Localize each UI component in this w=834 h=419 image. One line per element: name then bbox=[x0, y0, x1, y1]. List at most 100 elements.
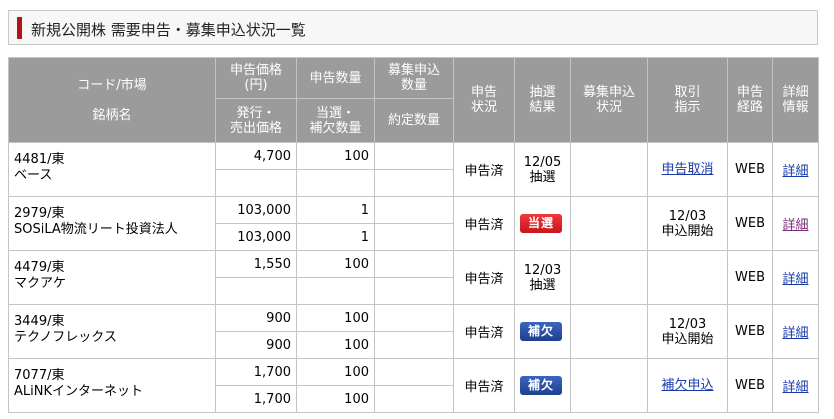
issue-price: 1,700 bbox=[215, 385, 297, 413]
bid-quantity: 100 bbox=[296, 142, 375, 170]
allocated-quantity bbox=[296, 169, 375, 197]
stock-name: テクノフレックス bbox=[14, 330, 117, 345]
stock-code-market: 7077/東 bbox=[14, 368, 65, 383]
stock-code-name-cell: 3449/東 テクノフレックス bbox=[8, 304, 216, 359]
bid-quantity: 1 bbox=[296, 196, 375, 224]
trade-order-cell: 12/03 申込開始 bbox=[647, 196, 728, 251]
bid-quantity: 100 bbox=[296, 358, 375, 386]
offer-quantity bbox=[374, 250, 454, 278]
order-date: 12/03 bbox=[668, 208, 707, 224]
bid-quantity: 100 bbox=[296, 250, 375, 278]
header-detail: 詳細 情報 bbox=[772, 57, 819, 143]
stock-code-name-cell: 4481/東 ベース bbox=[8, 142, 216, 197]
trade-order-cell bbox=[647, 250, 728, 305]
offer-quantity bbox=[374, 304, 454, 332]
order-date: 12/03 bbox=[668, 316, 707, 332]
bid-status: 申告済 bbox=[453, 142, 515, 197]
page-title: 新規公開株 需要申告・募集申込状況一覧 bbox=[31, 21, 306, 39]
table-row: 4479/東 マクアケ 1,550 100 申告済 12/03 抽選 WEB 詳細 bbox=[8, 250, 819, 305]
detail-cell: 詳細 bbox=[772, 250, 819, 305]
stock-name: SOSiLA物流リート投資法人 bbox=[14, 222, 178, 237]
offer-quantity bbox=[374, 196, 454, 224]
title-accent-bar bbox=[17, 17, 22, 39]
contract-quantity bbox=[374, 223, 454, 251]
won-badge: 当選 bbox=[520, 214, 562, 233]
lottery-result: 当選 bbox=[514, 196, 571, 251]
lottery-result: 補欠 bbox=[514, 304, 571, 359]
waitlist-apply-link[interactable]: 補欠申込 bbox=[653, 378, 722, 393]
bid-price: 900 bbox=[215, 304, 297, 332]
table-row: 2979/東 SOSiLA物流リート投資法人 103,000 1 申告済 当選 12/03 申… bbox=[8, 196, 819, 251]
offer-status bbox=[570, 304, 648, 359]
offer-status bbox=[570, 142, 648, 197]
ipo-status-table: コード/市場 銘柄名 申告価格 (円) 申告数量 募集申込 数量 申告 状況 抽… bbox=[8, 57, 819, 413]
allocated-quantity: 1 bbox=[296, 223, 375, 251]
trade-order-cell: 申告取消 bbox=[647, 142, 728, 197]
detail-link[interactable]: 詳細 bbox=[782, 326, 808, 341]
issue-price bbox=[215, 277, 297, 305]
issue-price: 103,000 bbox=[215, 223, 297, 251]
header-trade-order: 取引 指示 bbox=[647, 57, 728, 143]
detail-link[interactable]: 詳細 bbox=[782, 218, 808, 233]
header-channel: 申告 経路 bbox=[727, 57, 773, 143]
header-offer-status: 募集申込 状況 bbox=[570, 57, 648, 143]
allocated-quantity: 100 bbox=[296, 385, 375, 413]
offer-quantity bbox=[374, 358, 454, 386]
bid-channel: WEB bbox=[727, 358, 773, 413]
bid-status: 申告済 bbox=[453, 358, 515, 413]
lottery-label: 抽選 bbox=[529, 169, 556, 185]
detail-cell: 詳細 bbox=[772, 358, 819, 413]
stock-code-market: 4479/東 bbox=[14, 260, 65, 275]
bid-channel: WEB bbox=[727, 142, 773, 197]
offer-status bbox=[570, 358, 648, 413]
stock-code-market: 4481/東 bbox=[14, 152, 65, 167]
bid-status: 申告済 bbox=[453, 250, 515, 305]
detail-cell: 詳細 bbox=[772, 304, 819, 359]
bid-status: 申告済 bbox=[453, 304, 515, 359]
allocated-quantity bbox=[296, 277, 375, 305]
header-alloc-qty: 当選・ 補欠数量 bbox=[296, 98, 375, 143]
header-name: 銘柄名 bbox=[92, 107, 132, 123]
contract-quantity bbox=[374, 385, 454, 413]
stock-code-market: 2979/東 bbox=[14, 206, 65, 221]
lottery-result: 12/03 抽選 bbox=[514, 250, 571, 305]
table-row: 3449/東 テクノフレックス 900 100 申告済 補欠 12/03 申込開始 WEB 詳細 bbox=[8, 304, 819, 359]
stock-code-name-cell: 4479/東 マクアケ bbox=[8, 250, 216, 305]
header-bid-qty: 申告数量 bbox=[296, 57, 375, 99]
table-row: 4481/東 ベース 4,700 100 申告済 12/05 抽選 申告取消 WEB 詳細 bbox=[8, 142, 819, 197]
waitlist-badge: 補欠 bbox=[520, 376, 562, 395]
bid-quantity: 100 bbox=[296, 304, 375, 332]
issue-price: 900 bbox=[215, 331, 297, 359]
detail-link[interactable]: 詳細 bbox=[782, 272, 808, 287]
header-code-market: コード/市場 bbox=[77, 77, 147, 93]
bid-price: 1,550 bbox=[215, 250, 297, 278]
cancel-bid-link[interactable]: 申告取消 bbox=[653, 162, 722, 177]
offer-status bbox=[570, 196, 648, 251]
table-row: 7077/東 ALiNKインターネット 1,700 100 申告済 補欠 補欠申込 WEB 詳細 bbox=[8, 358, 819, 413]
stock-code-name-cell: 7077/東 ALiNKインターネット bbox=[8, 358, 216, 413]
header-bid-status: 申告 状況 bbox=[453, 57, 515, 143]
lottery-date: 12/03 bbox=[523, 262, 562, 278]
trade-order-cell: 補欠申込 bbox=[647, 358, 728, 413]
header-code-name: コード/市場 銘柄名 bbox=[8, 57, 216, 143]
stock-name: マクアケ bbox=[14, 276, 67, 291]
trade-order-cell: 12/03 申込開始 bbox=[647, 304, 728, 359]
header-lottery-result: 抽選 結果 bbox=[514, 57, 571, 143]
header-offer-qty: 募集申込 数量 bbox=[374, 57, 454, 99]
bid-channel: WEB bbox=[727, 250, 773, 305]
contract-quantity bbox=[374, 331, 454, 359]
detail-link[interactable]: 詳細 bbox=[782, 164, 808, 179]
bid-status: 申告済 bbox=[453, 196, 515, 251]
lottery-label: 抽選 bbox=[529, 277, 556, 293]
lottery-date: 12/05 bbox=[523, 154, 562, 170]
header-bid-price: 申告価格 (円) bbox=[215, 57, 297, 99]
lottery-result: 補欠 bbox=[514, 358, 571, 413]
detail-link[interactable]: 詳細 bbox=[782, 380, 808, 395]
stock-name: ベース bbox=[14, 168, 53, 183]
detail-cell: 詳細 bbox=[772, 142, 819, 197]
offer-quantity bbox=[374, 142, 454, 170]
stock-code-name-cell: 2979/東 SOSiLA物流リート投資法人 bbox=[8, 196, 216, 251]
detail-cell: 詳細 bbox=[772, 196, 819, 251]
contract-quantity bbox=[374, 169, 454, 197]
waitlist-badge: 補欠 bbox=[520, 322, 562, 341]
